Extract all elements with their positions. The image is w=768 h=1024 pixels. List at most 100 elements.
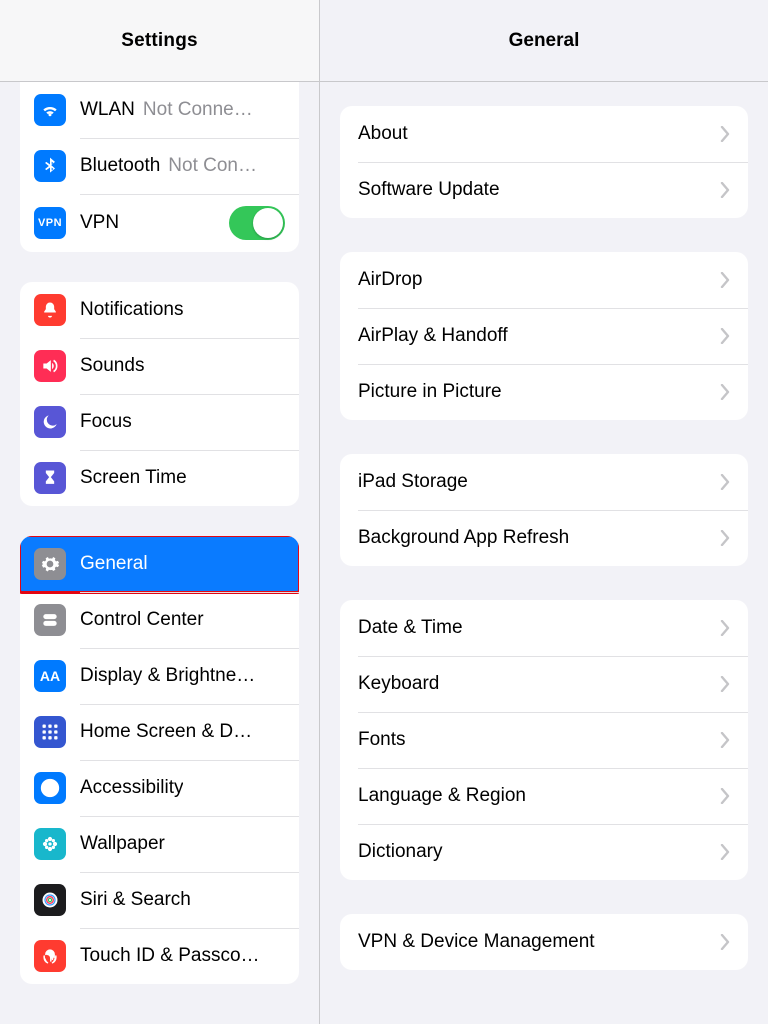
sidebar-item-controlcenter[interactable]: Control Center bbox=[20, 592, 299, 648]
person-icon bbox=[34, 772, 66, 804]
siri-icon bbox=[34, 884, 66, 916]
chevron-right-icon bbox=[720, 328, 730, 344]
detail-body: About Software Update AirDrop AirPlay & Han… bbox=[320, 82, 768, 1024]
chevron-right-icon bbox=[720, 676, 730, 692]
sidebar-item-label: Screen Time bbox=[80, 467, 187, 489]
detail-item-label: Fonts bbox=[358, 729, 720, 751]
sidebar-item-label: Bluetooth bbox=[80, 155, 160, 177]
detail-item-label: iPad Storage bbox=[358, 471, 720, 493]
detail-item-label: AirPlay & Handoff bbox=[358, 325, 720, 347]
sidebar-item-label: Focus bbox=[80, 411, 132, 433]
sidebar-item-homescreen[interactable]: Home Screen & D… bbox=[20, 704, 299, 760]
detail-item-label: Language & Region bbox=[358, 785, 720, 807]
bell-icon bbox=[34, 294, 66, 326]
vpn-icon: VPN bbox=[34, 207, 66, 239]
sidebar-item-wallpaper[interactable]: Wallpaper bbox=[20, 816, 299, 872]
hourglass-icon bbox=[34, 462, 66, 494]
sidebar-group: Notifications Sounds Focus Screen Time bbox=[20, 282, 299, 506]
sidebar-item-label: Home Screen & D… bbox=[80, 721, 252, 743]
sidebar-item-screentime[interactable]: Screen Time bbox=[20, 450, 299, 506]
sidebar-group: General Control Center AA Display & Brightn… bbox=[20, 536, 299, 984]
sidebar-item-siri[interactable]: Siri & Search bbox=[20, 872, 299, 928]
detail-item-label: Background App Refresh bbox=[358, 527, 720, 549]
detail-item-label: VPN & Device Management bbox=[358, 931, 720, 953]
sidebar-item-label: Touch ID & Passco… bbox=[80, 945, 260, 967]
sidebar-body: WLAN Not Conne… Bluetooth Not Con… VPN VPN Not… bbox=[0, 82, 319, 1024]
sidebar-header: Settings bbox=[0, 0, 319, 82]
detail-item-software-update[interactable]: Software Update bbox=[340, 162, 748, 218]
sidebar-item-status: Not Conne… bbox=[143, 99, 285, 121]
sidebar-item-label: WLAN bbox=[80, 99, 135, 121]
detail-item-label: Keyboard bbox=[358, 673, 720, 695]
sidebar-item-label: Notifications bbox=[80, 299, 184, 321]
detail-item-about[interactable]: About bbox=[340, 106, 748, 162]
chevron-right-icon bbox=[720, 732, 730, 748]
moon-icon bbox=[34, 406, 66, 438]
sidebar-item-sounds[interactable]: Sounds bbox=[20, 338, 299, 394]
chevron-right-icon bbox=[720, 126, 730, 142]
chevron-right-icon bbox=[720, 934, 730, 950]
sidebar-item-label: Sounds bbox=[80, 355, 144, 377]
chevron-right-icon bbox=[720, 474, 730, 490]
sidebar-item-focus[interactable]: Focus bbox=[20, 394, 299, 450]
sidebar-item-display[interactable]: AA Display & Brightne… bbox=[20, 648, 299, 704]
sidebar-item-label: Accessibility bbox=[80, 777, 183, 799]
sidebar-item-label: VPN bbox=[80, 212, 119, 234]
gear-icon bbox=[34, 548, 66, 580]
chevron-right-icon bbox=[720, 620, 730, 636]
detail-group: VPN & Device Management bbox=[340, 914, 748, 970]
detail-item-ipad-storage[interactable]: iPad Storage bbox=[340, 454, 748, 510]
app-root: Settings WLAN Not Conne… Bluetooth Not Con…… bbox=[0, 0, 768, 1024]
sidebar-item-status: Not Con… bbox=[168, 155, 285, 177]
detail-title: General bbox=[509, 30, 580, 52]
sidebar-item-accessibility[interactable]: Accessibility bbox=[20, 760, 299, 816]
sidebar-item-general[interactable]: General bbox=[20, 536, 299, 592]
grid-icon bbox=[34, 716, 66, 748]
chevron-right-icon bbox=[720, 272, 730, 288]
speaker-icon bbox=[34, 350, 66, 382]
aa-icon: AA bbox=[34, 660, 66, 692]
detail-item-language-region[interactable]: Language & Region bbox=[340, 768, 748, 824]
detail-group: AirDrop AirPlay & Handoff Picture in Pictu… bbox=[340, 252, 748, 420]
sidebar-item-label: Control Center bbox=[80, 609, 204, 631]
detail-item-label: AirDrop bbox=[358, 269, 720, 291]
detail-item-keyboard[interactable]: Keyboard bbox=[340, 656, 748, 712]
sidebar-item-touchid[interactable]: Touch ID & Passco… bbox=[20, 928, 299, 984]
sidebar-item-bluetooth[interactable]: Bluetooth Not Con… bbox=[20, 138, 299, 194]
detail-pane: General About Software Update AirDrop AirPl… bbox=[320, 0, 768, 1024]
detail-item-label: Software Update bbox=[358, 179, 720, 201]
sidebar-item-label: Display & Brightne… bbox=[80, 665, 255, 687]
switches-icon bbox=[34, 604, 66, 636]
fingerprint-icon bbox=[34, 940, 66, 972]
sidebar-group: WLAN Not Conne… Bluetooth Not Con… VPN VPN bbox=[20, 82, 299, 252]
detail-item-fonts[interactable]: Fonts bbox=[340, 712, 748, 768]
sidebar-item-wlan[interactable]: WLAN Not Conne… bbox=[20, 82, 299, 138]
detail-item-vpn-device-management[interactable]: VPN & Device Management bbox=[340, 914, 748, 970]
sidebar-item-label: General bbox=[80, 553, 148, 575]
detail-item-dictionary[interactable]: Dictionary bbox=[340, 824, 748, 880]
chevron-right-icon bbox=[720, 182, 730, 198]
bluetooth-icon bbox=[34, 150, 66, 182]
detail-item-airdrop[interactable]: AirDrop bbox=[340, 252, 748, 308]
detail-item-label: Date & Time bbox=[358, 617, 720, 639]
sidebar: Settings WLAN Not Conne… Bluetooth Not Con…… bbox=[0, 0, 320, 1024]
detail-item-airplay-handoff[interactable]: AirPlay & Handoff bbox=[340, 308, 748, 364]
detail-item-background-app-refresh[interactable]: Background App Refresh bbox=[340, 510, 748, 566]
vpn-toggle[interactable] bbox=[229, 206, 285, 240]
sidebar-item-vpn[interactable]: VPN VPN bbox=[20, 194, 299, 252]
flower-icon bbox=[34, 828, 66, 860]
detail-group: iPad Storage Background App Refresh bbox=[340, 454, 748, 566]
detail-item-picture-in-picture[interactable]: Picture in Picture bbox=[340, 364, 748, 420]
chevron-right-icon bbox=[720, 844, 730, 860]
chevron-right-icon bbox=[720, 788, 730, 804]
wifi-icon bbox=[34, 94, 66, 126]
sidebar-item-label: Wallpaper bbox=[80, 833, 165, 855]
detail-header: General bbox=[320, 0, 768, 82]
chevron-right-icon bbox=[720, 530, 730, 546]
detail-item-label: Picture in Picture bbox=[358, 381, 720, 403]
detail-group: About Software Update bbox=[340, 106, 748, 218]
sidebar-item-notifications[interactable]: Notifications bbox=[20, 282, 299, 338]
detail-item-label: Dictionary bbox=[358, 841, 720, 863]
detail-item-date-time[interactable]: Date & Time bbox=[340, 600, 748, 656]
detail-item-label: About bbox=[358, 123, 720, 145]
